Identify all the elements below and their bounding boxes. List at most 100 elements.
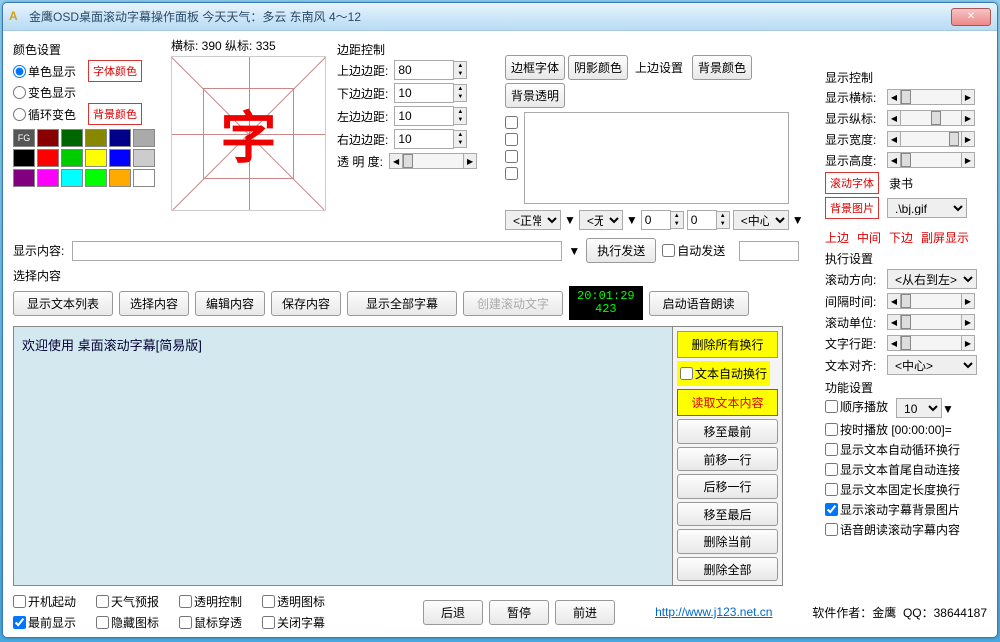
forward-button[interactable]: 前进: [555, 600, 615, 625]
color-swatch[interactable]: [37, 169, 59, 187]
shadow-color-button[interactable]: 阴影颜色: [568, 55, 628, 80]
dd-center[interactable]: <中心>: [733, 210, 789, 230]
transicon-check[interactable]: 透明图标: [262, 593, 325, 610]
link-top[interactable]: 上边: [825, 229, 849, 246]
seq-play-check[interactable]: 顺序播放: [825, 398, 888, 415]
sp-z1[interactable]: ▲▼: [641, 210, 684, 230]
save-content-button[interactable]: 保存内容: [271, 291, 341, 316]
closesub-check[interactable]: 关闭字幕: [262, 614, 325, 631]
website-link[interactable]: http://www.j123.net.cn: [655, 605, 772, 619]
auto-send-field[interactable]: [739, 241, 799, 261]
radio-gradient[interactable]: 变色显示: [13, 84, 76, 101]
show-list-button[interactable]: 显示文本列表: [13, 291, 113, 316]
topmost-check[interactable]: 最前显示: [13, 614, 76, 631]
color-palette[interactable]: FG: [13, 129, 163, 187]
show-w-slider[interactable]: ◀▶: [887, 130, 975, 148]
chk-row2[interactable]: [505, 133, 518, 146]
left-margin-spinner[interactable]: ▲▼: [394, 106, 467, 126]
mid-listbox[interactable]: [524, 112, 789, 204]
show-all-button[interactable]: 显示全部字幕: [347, 291, 457, 316]
show-x-slider[interactable]: ◀▶: [887, 88, 975, 106]
color-swatch[interactable]: [85, 149, 107, 167]
startup-check[interactable]: 开机起动: [13, 593, 76, 610]
color-swatch[interactable]: [109, 149, 131, 167]
select-content-button[interactable]: 选择内容: [119, 291, 189, 316]
fixed-len-check[interactable]: 显示文本固定长度换行: [825, 481, 960, 498]
head-tail-check[interactable]: 显示文本首尾自动连接: [825, 461, 960, 478]
hideicon-check[interactable]: 隐藏图标: [96, 614, 159, 631]
content-textarea[interactable]: 欢迎使用 桌面滚动字幕[简易版]: [13, 326, 673, 586]
link-mid[interactable]: 中间: [857, 229, 881, 246]
color-swatch[interactable]: [37, 149, 59, 167]
dir-select[interactable]: <从右到左>: [887, 269, 977, 289]
timed-play-check[interactable]: 按时播放 [00:00:00]=: [825, 421, 952, 438]
display-content-input[interactable]: [72, 241, 562, 261]
unit-slider[interactable]: ◀▶: [887, 313, 975, 331]
sp-z2[interactable]: ▲▼: [687, 210, 730, 230]
dd-normal[interactable]: <正常>: [505, 210, 561, 230]
close-button[interactable]: ✕: [951, 8, 991, 26]
auto-send-check[interactable]: 自动发送: [662, 242, 725, 259]
bg-image-select[interactable]: .\bj.gif: [887, 198, 967, 218]
link-bot[interactable]: 下边: [889, 229, 913, 246]
color-swatch[interactable]: [85, 129, 107, 147]
color-swatch[interactable]: [85, 169, 107, 187]
pause-button[interactable]: 暂停: [489, 600, 549, 625]
chk-row4[interactable]: [505, 167, 518, 180]
top-margin-spinner[interactable]: ▲▼: [394, 60, 467, 80]
interval-slider[interactable]: ◀▶: [887, 292, 975, 310]
scroll-font-button[interactable]: 滚动字体: [825, 172, 879, 194]
move-up-button[interactable]: 前移一行: [677, 447, 778, 472]
bgtrans-button[interactable]: 背景透明: [505, 83, 565, 108]
align-select[interactable]: <中心>: [887, 355, 977, 375]
del-current-button[interactable]: 删除当前: [677, 529, 778, 554]
font-color-button[interactable]: 字体颜色: [88, 60, 142, 82]
color-swatch[interactable]: [133, 149, 155, 167]
auto-wrap-check[interactable]: 文本自动换行: [677, 361, 770, 386]
color-swatch[interactable]: [13, 169, 35, 187]
mousethru-check[interactable]: 鼠标穿透: [179, 614, 242, 631]
link-sub[interactable]: 副屏显示: [921, 229, 969, 246]
del-newlines-button[interactable]: 删除所有换行: [677, 331, 778, 358]
radio-single-color[interactable]: 单色显示: [13, 63, 76, 80]
dd-none[interactable]: <无>: [579, 210, 623, 230]
right-margin-spinner[interactable]: ▲▼: [394, 129, 467, 149]
linesp-slider[interactable]: ◀▶: [887, 334, 975, 352]
move-end-button[interactable]: 移至最后: [677, 502, 778, 527]
seq-val[interactable]: 10: [896, 398, 942, 418]
color-swatch[interactable]: [61, 169, 83, 187]
color-swatch[interactable]: [109, 129, 131, 147]
color-swatch[interactable]: [133, 129, 155, 147]
move-down-button[interactable]: 后移一行: [677, 474, 778, 499]
show-h-slider[interactable]: ◀▶: [887, 151, 975, 169]
del-all-button[interactable]: 删除全部: [677, 557, 778, 582]
color-swatch[interactable]: [61, 149, 83, 167]
chk-row3[interactable]: [505, 150, 518, 163]
voice-button[interactable]: 启动语音朗读: [649, 291, 749, 316]
auto-loop-check[interactable]: 显示文本自动循环换行: [825, 441, 960, 458]
show-y-slider[interactable]: ◀▶: [887, 109, 975, 127]
color-swatch[interactable]: FG: [13, 129, 35, 147]
voice-read-check[interactable]: 语音朗读滚动字幕内容: [825, 521, 960, 538]
color-swatch[interactable]: [61, 129, 83, 147]
border-font-button[interactable]: 边框字体: [505, 55, 565, 80]
show-bg-check[interactable]: 显示滚动字幕背景图片: [825, 501, 960, 518]
weather-check[interactable]: 天气预报: [96, 593, 159, 610]
send-button[interactable]: 执行发送: [586, 238, 656, 263]
color-swatch[interactable]: [133, 169, 155, 187]
color-swatch[interactable]: [13, 149, 35, 167]
bgcolor-button[interactable]: 背景颜色: [692, 55, 752, 80]
chk-row1[interactable]: [505, 116, 518, 129]
back-button[interactable]: 后退: [423, 600, 483, 625]
transctrl-check[interactable]: 透明控制: [179, 593, 242, 610]
color-swatch[interactable]: [37, 129, 59, 147]
bottom-margin-spinner[interactable]: ▲▼: [394, 83, 467, 103]
color-swatch[interactable]: [109, 169, 131, 187]
opacity-slider[interactable]: ◀▶: [389, 152, 477, 170]
radio-cycle[interactable]: 循环变色: [13, 106, 76, 123]
move-front-button[interactable]: 移至最前: [677, 419, 778, 444]
read-content-button[interactable]: 读取文本内容: [677, 389, 778, 416]
edit-content-button[interactable]: 编辑内容: [195, 291, 265, 316]
bg-color-button[interactable]: 背景颜色: [88, 103, 142, 125]
bg-image-button[interactable]: 背景图片: [825, 197, 879, 219]
